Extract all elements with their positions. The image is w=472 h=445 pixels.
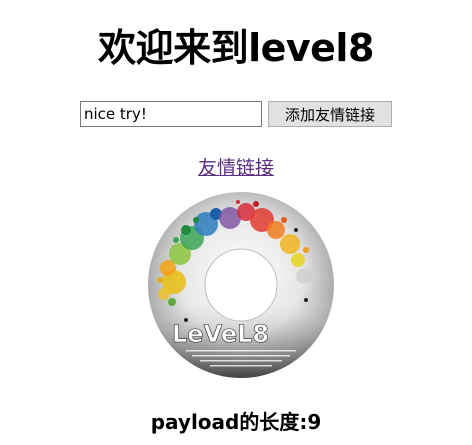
payload-length-text: payload的长度:9 <box>150 410 322 434</box>
page-title: 欢迎来到level8 <box>98 26 374 70</box>
add-friend-link-button[interactable] <box>268 101 392 127</box>
friend-link[interactable]: 友情链接 <box>198 157 274 179</box>
keyword-input[interactable] <box>80 101 262 127</box>
disc-logo-text: LeVeL8 <box>172 320 269 348</box>
add-link-form <box>0 101 472 127</box>
page: 欢迎来到level8 友情链接 <box>0 0 472 445</box>
level8-disc-image: LeVeL8 <box>146 190 336 380</box>
friend-link-container: 友情链接 <box>0 155 472 181</box>
disc-graphic: LeVeL8 <box>148 192 334 378</box>
